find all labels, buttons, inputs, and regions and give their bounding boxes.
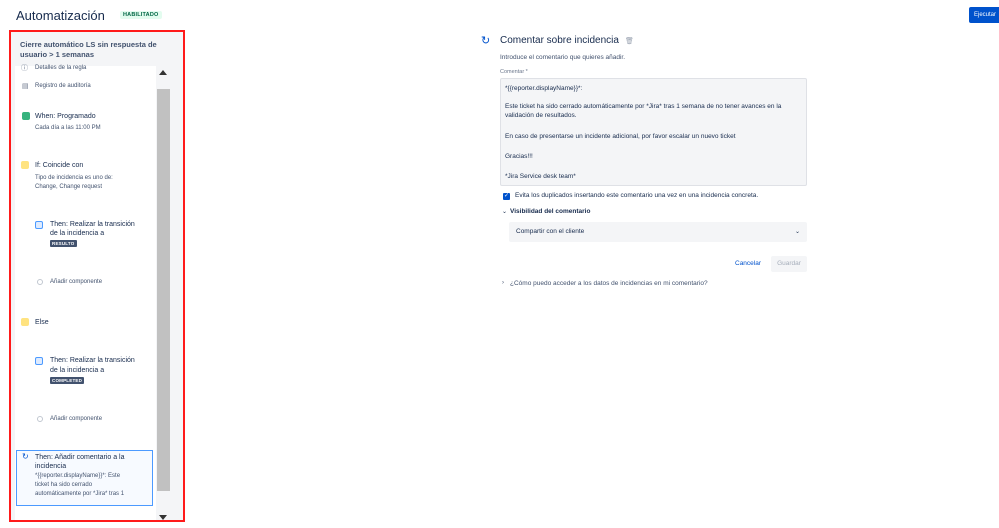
editor-title: Comentar sobre incidencia <box>500 35 619 46</box>
add-component-icon <box>37 416 43 422</box>
else-label[interactable]: Else <box>35 318 49 327</box>
add-component-2[interactable]: Añadir componente <box>50 415 102 423</box>
comment-line: validación de resultados. <box>505 112 577 119</box>
chevron-down-icon[interactable]: ⌄ <box>502 208 507 215</box>
status-badge: HABILITADO <box>120 11 162 19</box>
then-2-line-2: de la incidencia a <box>50 367 105 374</box>
comment-field-label: Comentar * <box>500 69 528 75</box>
condition-title[interactable]: If: Coincide con <box>35 161 83 170</box>
chevron-right-icon[interactable]: › <box>502 280 504 286</box>
comment-line: *{{reporter.displayName}}*: <box>505 85 583 92</box>
comment-line: Este ticket ha sido cerrado automáticame… <box>505 103 782 110</box>
status-lozenge-resulto: RESULTO <box>50 240 77 247</box>
scroll-up-arrow-icon[interactable] <box>159 70 167 75</box>
then-1-line-2: de la incidencia a <box>50 230 105 237</box>
transition-icon <box>35 221 43 229</box>
comment-line: Gracias!!! <box>505 153 533 160</box>
trigger-title[interactable]: When: Programado <box>35 112 96 121</box>
status-lozenge-completed: COMPLETED <box>50 377 85 384</box>
selected-line-3: *{{reporter.displayName}}*: Este <box>35 473 121 479</box>
audit-log-icon: ▤ <box>22 83 29 90</box>
page-title: Automatización <box>16 8 105 23</box>
transition-icon <box>35 357 43 365</box>
add-component-1[interactable]: Añadir componente <box>50 278 102 286</box>
selected-line-2: incidencia <box>35 463 67 470</box>
comment-line: *Jira Service desk team* <box>505 173 576 180</box>
run-button[interactable]: Ejecutar <box>969 7 999 23</box>
save-button[interactable]: Guardar <box>771 256 807 272</box>
scrollbar-thumb[interactable] <box>157 89 170 491</box>
visibility-selected-value: Compartir con el cliente <box>516 228 585 235</box>
rule-details-link[interactable]: Detalles de la regla <box>35 64 86 72</box>
selected-line-1: Then: Añadir comentario a la <box>35 454 125 461</box>
branch-icon <box>21 318 29 326</box>
audit-log-link[interactable]: Registro de auditoría <box>35 82 91 90</box>
rule-name: Cierre automático LS sin respuesta de us… <box>20 40 157 59</box>
info-icon: ⓘ <box>21 65 28 72</box>
scroll-down-arrow-icon[interactable] <box>159 515 167 520</box>
add-component-icon <box>37 279 43 285</box>
trigger-subtitle: Cada día a las 11:00 PM <box>35 125 101 131</box>
chevron-down-icon: ⌄ <box>795 229 801 235</box>
branch-icon <box>21 161 29 169</box>
refresh-comment-icon: ↻ <box>481 35 491 47</box>
trash-icon[interactable]: 🗑 <box>625 37 634 45</box>
refresh-comment-icon: ↻ <box>22 452 29 461</box>
condition-sub-2: Change, Change request <box>35 184 103 190</box>
dedupe-checkbox[interactable]: ✓ <box>503 193 510 200</box>
cancel-button[interactable]: Cancelar <box>735 260 761 267</box>
then-1-line-1[interactable]: Then: Realizar la transición <box>50 220 135 229</box>
help-link[interactable]: ¿Cómo puedo acceder a los datos de incid… <box>510 280 708 287</box>
selected-line-5: automáticamente por *Jira* tras 1 <box>35 491 125 497</box>
comment-line: En caso de presentarse un incidente adic… <box>505 133 736 140</box>
selected-line-4: ticket ha sido cerrado <box>35 482 93 488</box>
condition-sub-1: Tipo de incidencia es uno de: <box>35 175 113 181</box>
calendar-icon <box>22 112 30 120</box>
then-2-line-1[interactable]: Then: Realizar la transición <box>50 356 135 365</box>
visibility-section-toggle[interactable]: Visibilidad del comentario <box>510 208 590 215</box>
dedupe-label: Evita los duplicados insertando este com… <box>515 192 759 199</box>
editor-description: Introduce el comentario que quieres añad… <box>500 54 626 61</box>
